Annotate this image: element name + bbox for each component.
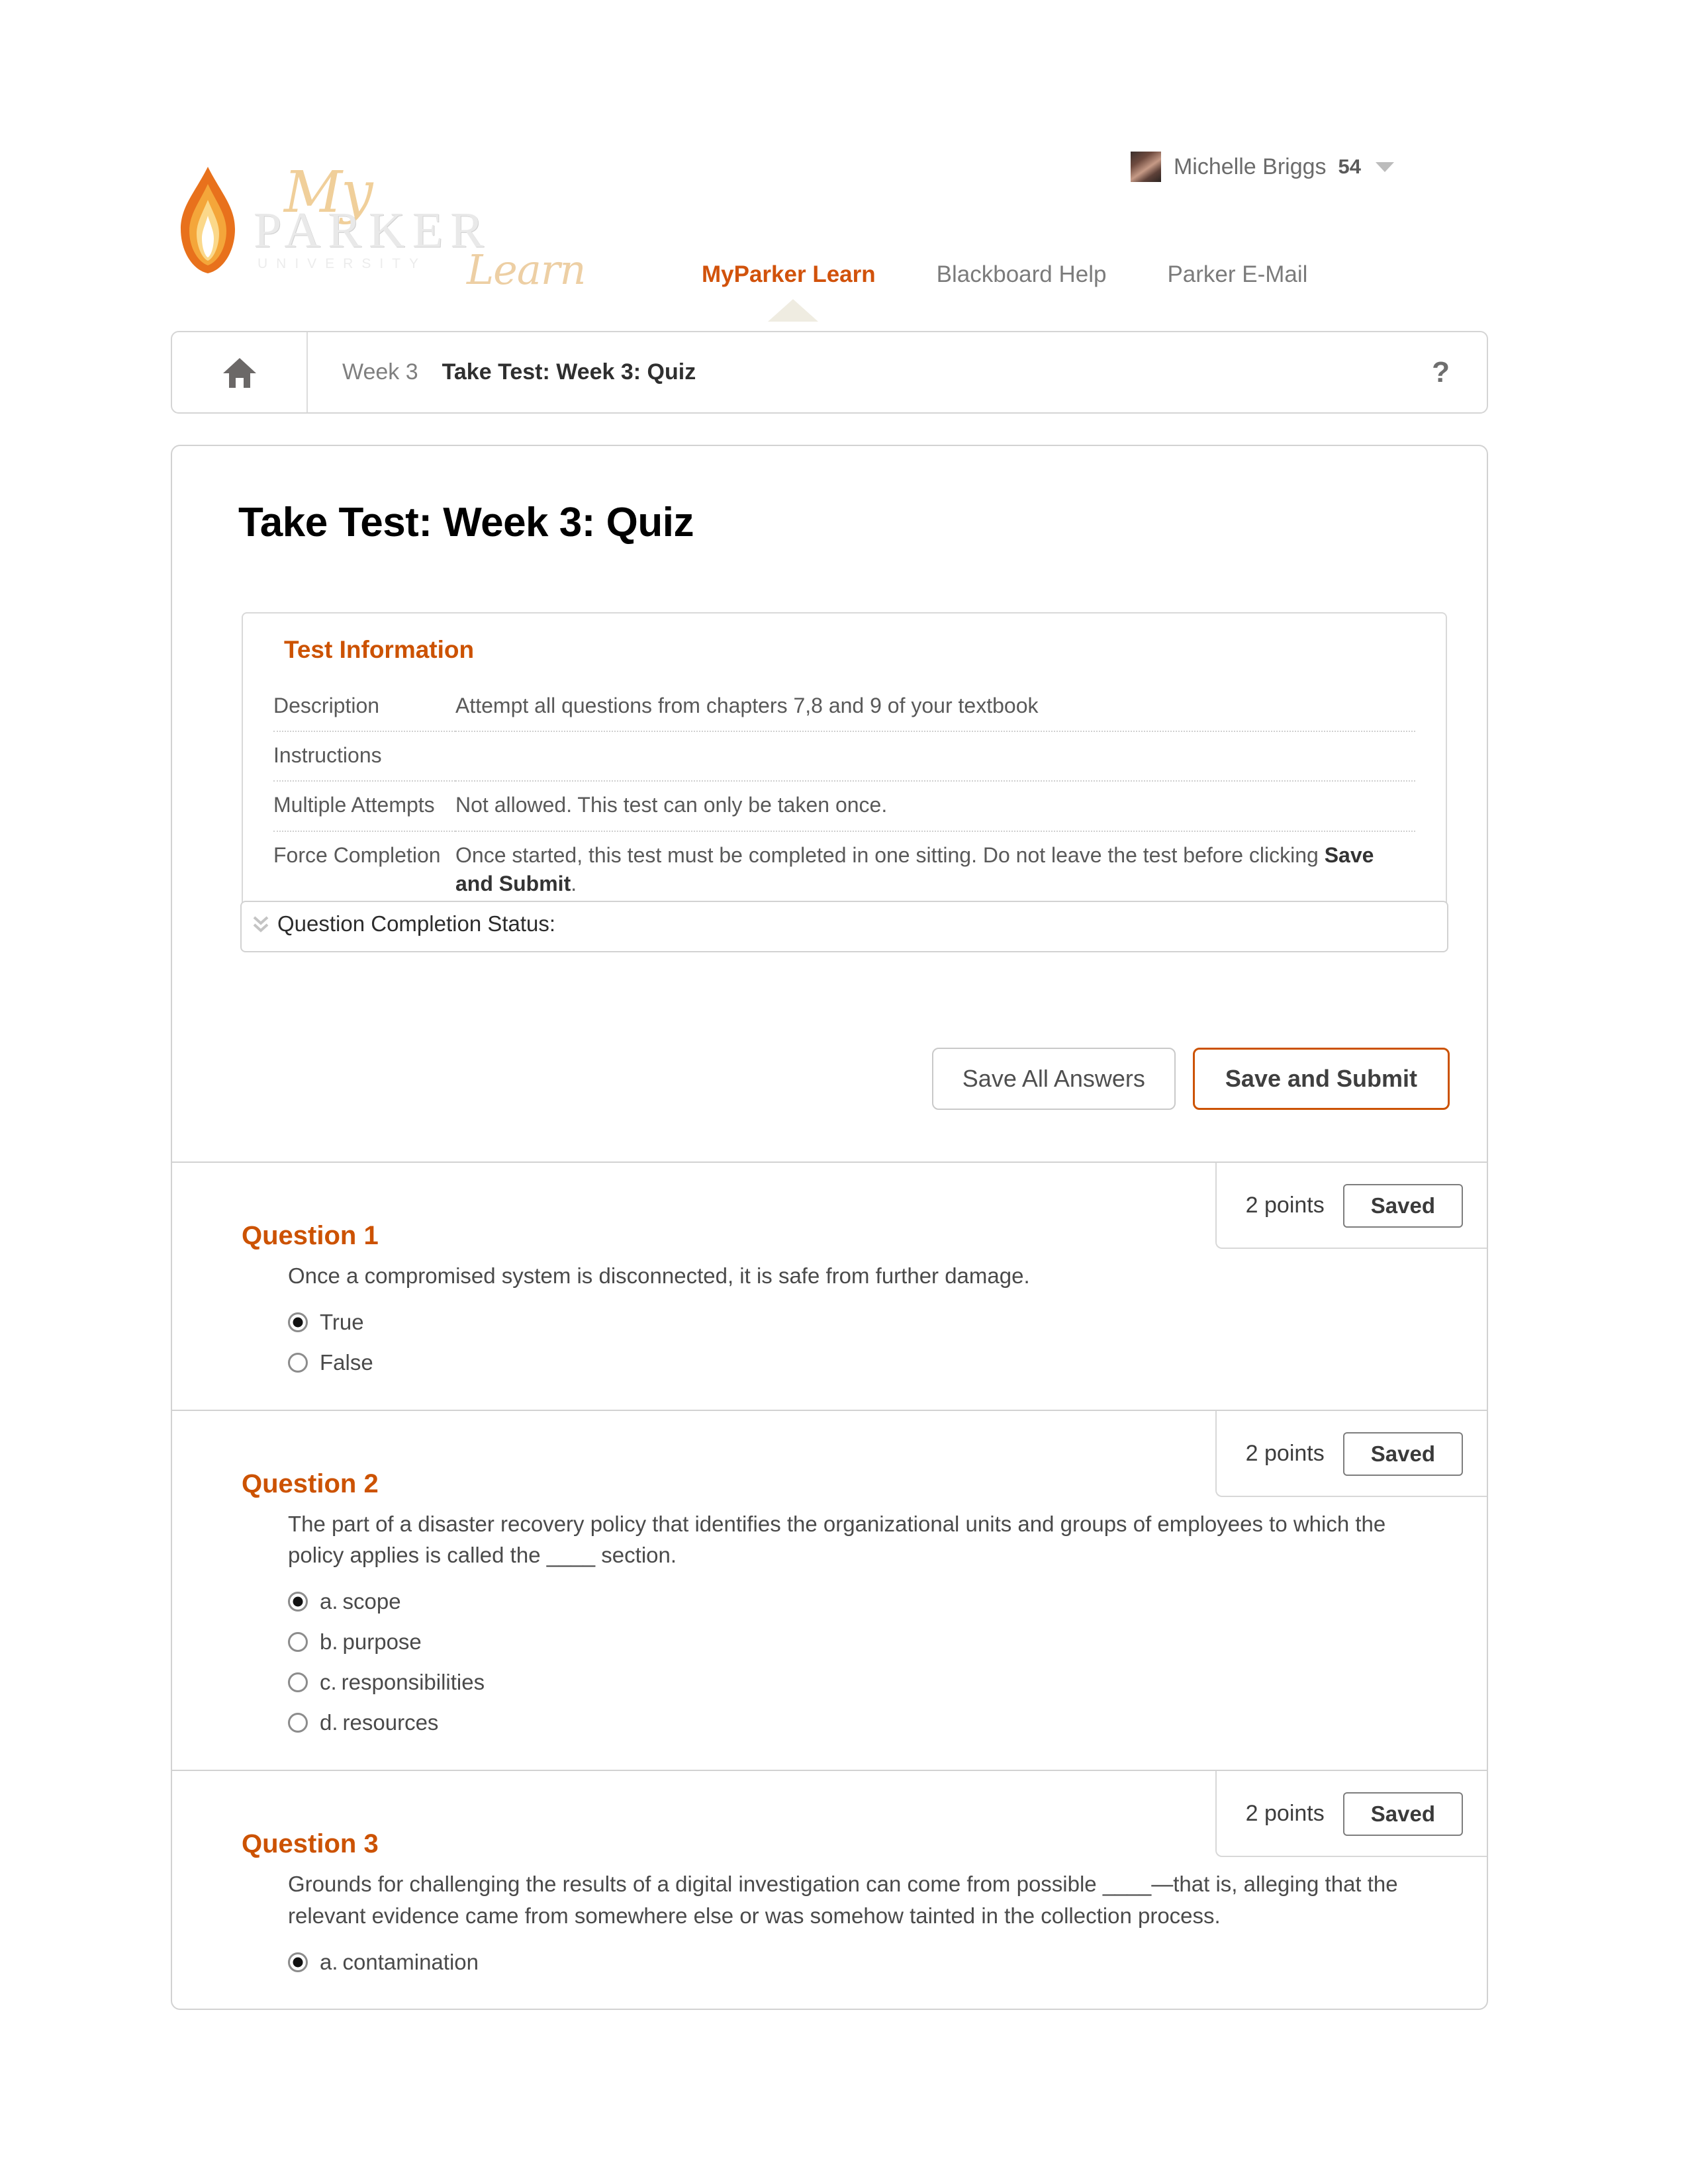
radio-icon[interactable]	[288, 1712, 308, 1733]
test-actions: Save All Answers Save and Submit	[172, 1047, 1450, 1161]
question-status-badge-3[interactable]: Saved	[1342, 1792, 1463, 1836]
info-value-instructions	[455, 731, 1415, 782]
radio-icon[interactable]	[288, 1312, 308, 1332]
avatar	[1129, 151, 1162, 183]
breadcrumb-items: Week 3 Take Test: Week 3: Quiz	[308, 359, 696, 385]
save-all-answers-button[interactable]: Save All Answers	[931, 1047, 1176, 1110]
breadcrumb: Week 3 Take Test: Week 3: Quiz ?	[171, 331, 1488, 414]
info-value-force-completion: Once started, this test must be complete…	[455, 831, 1415, 909]
test-information-table: Description Attempt all questions from c…	[273, 682, 1415, 909]
flame-icon	[181, 167, 235, 273]
option-text: responsibilities	[341, 1670, 485, 1695]
question-completion-status-label: Question Completion Status:	[277, 911, 556, 936]
nav-tab-myparker-learn[interactable]: MyParker Learn	[702, 261, 876, 297]
table-row: Description Attempt all questions from c…	[273, 682, 1415, 733]
question-block-1: 2 points Saved Question 1 Once a comprom…	[172, 1161, 1487, 1410]
logo-parker-text: PARKER	[254, 203, 491, 258]
info-label-description: Description	[273, 682, 455, 733]
info-label-force-completion: Force Completion	[273, 842, 441, 867]
question-block-3: 2 points Saved Question 3 Grounds for ch…	[172, 1769, 1487, 2009]
question-status-badge-1[interactable]: Saved	[1342, 1183, 1463, 1228]
info-value-multiple-attempts: Not allowed. This test can only be taken…	[455, 781, 1415, 832]
logo-learn-text: Learn	[467, 246, 586, 294]
double-chevron-down-icon	[253, 916, 269, 933]
option-label: a. contamination	[320, 1948, 479, 1977]
option-label: d. resources	[320, 1709, 438, 1737]
question-options-1: True False	[288, 1302, 1487, 1383]
brand-wordmark: My PARKER UNIVERSITY Learn	[254, 159, 586, 294]
question-text-2: The part of a disaster recovery policy t…	[288, 1511, 1386, 1568]
option-text: purpose	[342, 1629, 422, 1655]
table-row: Multiple Attempts Not allowed. This test…	[273, 781, 1415, 832]
question-options-2: a. scope b. purpose c. responsibilities d. r…	[288, 1582, 1487, 1743]
top-nav: MyParker Learn Blackboard Help Parker E-…	[702, 261, 1307, 297]
info-label-instructions: Instructions	[273, 731, 455, 782]
option-text: resources	[342, 1709, 439, 1735]
option-a-scope[interactable]: a. scope	[288, 1582, 1487, 1622]
option-letter: a.	[320, 1949, 338, 1974]
active-tab-pointer	[768, 299, 818, 322]
question-status-badge-2[interactable]: Saved	[1342, 1432, 1463, 1476]
info-value-description: Attempt all questions from chapters 7,8 …	[455, 682, 1415, 733]
brand-logo[interactable]: My PARKER UNIVERSITY Learn	[169, 159, 586, 295]
chevron-down-icon[interactable]	[1376, 161, 1394, 172]
radio-icon[interactable]	[288, 1592, 308, 1612]
test-information-section: Test Information Description Attempt all…	[240, 612, 1448, 952]
test-information-title: Test Information	[284, 636, 475, 663]
radio-icon[interactable]	[288, 1632, 308, 1653]
home-button[interactable]	[172, 332, 308, 412]
option-d-resources[interactable]: d. resources	[288, 1703, 1487, 1743]
option-letter: d.	[320, 1709, 338, 1735]
nav-tab-parker-email[interactable]: Parker E-Mail	[1167, 261, 1307, 297]
info-label-multiple-attempts: Multiple Attempts	[273, 781, 455, 832]
question-points-2: 2 points	[1245, 1441, 1325, 1467]
question-points-3: 2 points	[1245, 1801, 1325, 1827]
breadcrumb-item-week-3[interactable]: Week 3	[342, 359, 418, 385]
force-completion-suffix: .	[571, 871, 577, 895]
radio-icon[interactable]	[288, 1352, 308, 1373]
option-label: False	[320, 1349, 373, 1375]
question-meta-2: 2 points Saved	[1215, 1410, 1487, 1497]
breadcrumb-item-current: Take Test: Week 3: Quiz	[442, 359, 696, 385]
question-text-1: Once a compromised system is disconnecte…	[288, 1263, 1030, 1288]
nav-tab-blackboard-help[interactable]: Blackboard Help	[937, 261, 1107, 297]
option-true[interactable]: True	[288, 1302, 1487, 1343]
option-label: c. responsibilities	[320, 1668, 485, 1697]
question-completion-status-panel[interactable]: Question Completion Status:	[240, 900, 1448, 952]
option-label: b. purpose	[320, 1628, 422, 1657]
help-icon[interactable]: ?	[1432, 356, 1450, 389]
option-label: True	[320, 1309, 364, 1334]
main-content-panel: Take Test: Week 3: Quiz Test Information…	[171, 445, 1488, 2011]
test-information-box: Test Information Description Attempt all…	[242, 612, 1447, 930]
option-label: a. scope	[320, 1588, 401, 1616]
radio-icon[interactable]	[288, 1672, 308, 1693]
option-letter: a.	[320, 1589, 338, 1614]
user-menu[interactable]: Michelle Briggs 54	[1129, 151, 1394, 183]
table-row: Instructions	[273, 731, 1415, 782]
force-completion-text: Once started, this test must be complete…	[455, 842, 1325, 867]
notification-count: 54	[1338, 155, 1361, 178]
question-points-1: 2 points	[1245, 1193, 1325, 1218]
question-options-3: a. contamination	[288, 1942, 1487, 1983]
option-b-purpose[interactable]: b. purpose	[288, 1622, 1487, 1662]
option-text: scope	[342, 1589, 401, 1614]
user-name: Michelle Briggs	[1173, 154, 1327, 179]
question-meta-1: 2 points Saved	[1215, 1162, 1487, 1249]
radio-icon[interactable]	[288, 1952, 308, 1972]
page-header: My PARKER UNIVERSITY Learn Michelle Brig…	[0, 0, 1688, 322]
option-c-responsibilities[interactable]: c. responsibilities	[288, 1662, 1487, 1703]
page-title: Take Test: Week 3: Quiz	[238, 500, 694, 545]
option-text: contamination	[342, 1949, 479, 1974]
question-block-2: 2 points Saved Question 2 The part of a …	[172, 1409, 1487, 1770]
logo-university-text: UNIVERSITY	[258, 256, 428, 271]
question-meta-3: 2 points Saved	[1215, 1770, 1487, 1857]
option-false[interactable]: False	[288, 1343, 1487, 1383]
table-row: Force Completion Once started, this test…	[273, 831, 1415, 909]
option-letter: c.	[320, 1670, 337, 1695]
option-a-contamination[interactable]: a. contamination	[288, 1942, 1487, 1983]
question-text-3: Grounds for challenging the results of a…	[288, 1871, 1398, 1928]
home-icon	[222, 357, 256, 388]
option-letter: b.	[320, 1629, 338, 1655]
save-and-submit-button[interactable]: Save and Submit	[1192, 1047, 1450, 1110]
